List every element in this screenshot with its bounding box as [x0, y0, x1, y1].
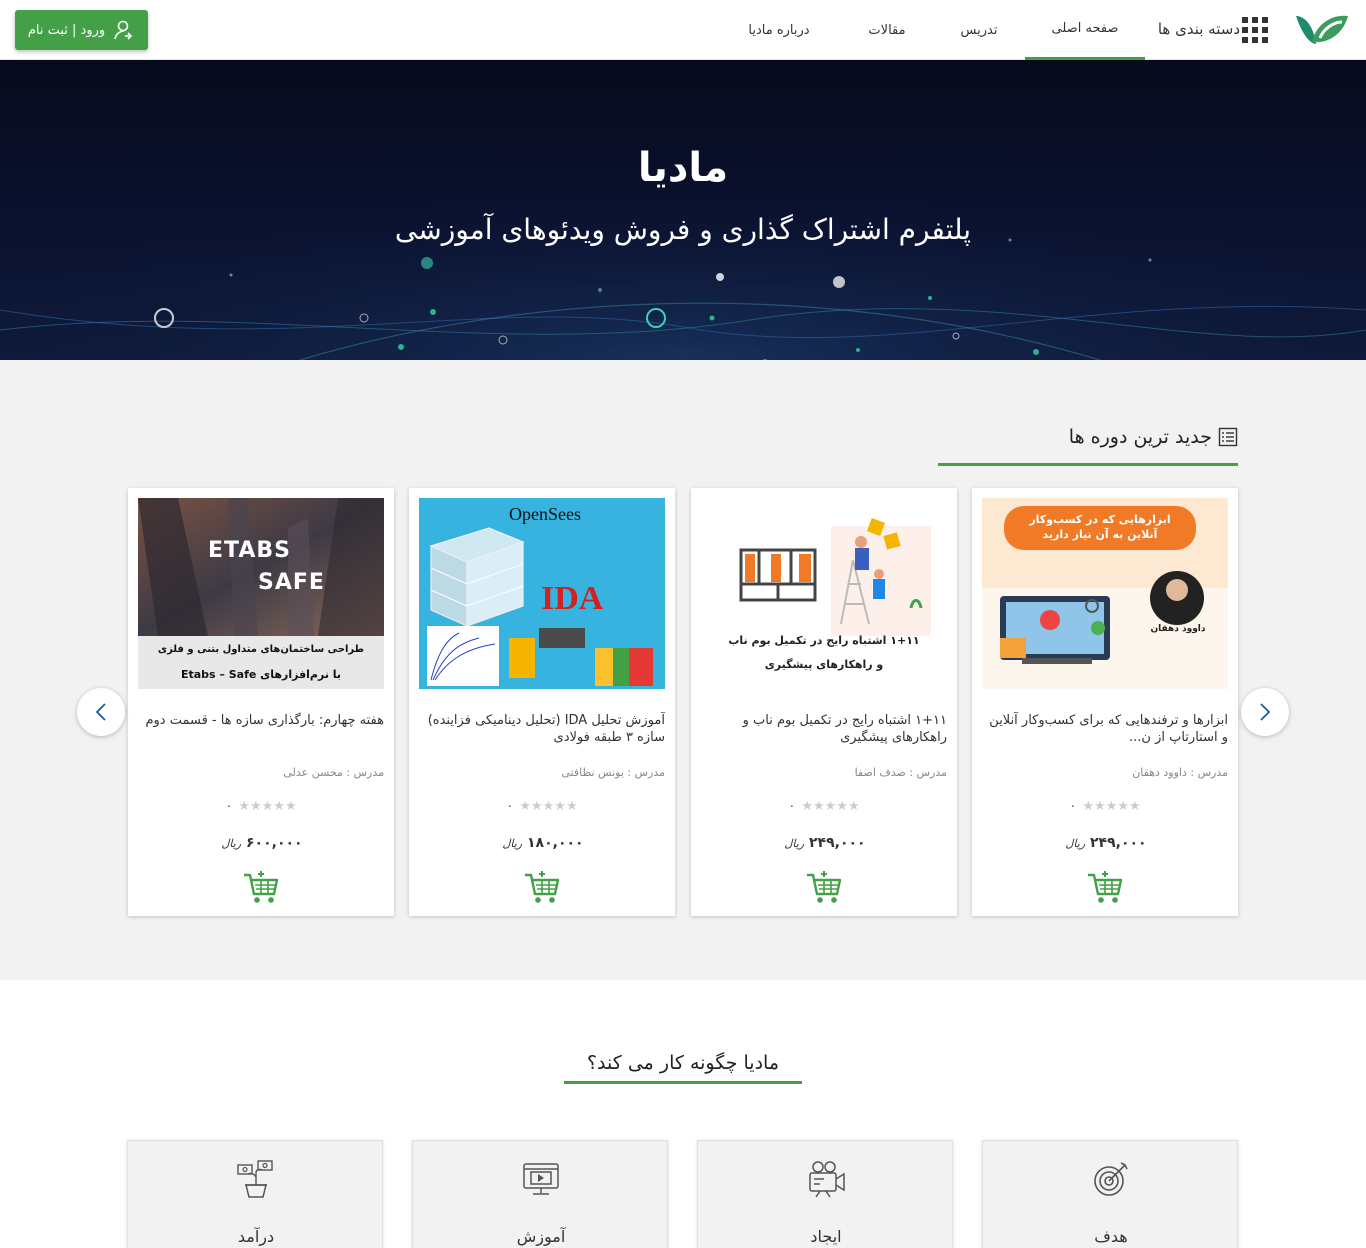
- course-rating: ۰ ★★★★★: [691, 799, 957, 814]
- how-step-goal: هدف: [982, 1140, 1238, 1248]
- price-value: ۶۰۰,۰۰۰: [246, 835, 303, 851]
- hero-background-graphic: [0, 60, 1366, 360]
- hero-title: مادیا: [637, 145, 729, 191]
- how-step-income: درآمد: [127, 1140, 383, 1248]
- rating-stars: ★★★★★: [801, 799, 860, 814]
- price-value: ۱۸۰,۰۰۰: [527, 835, 584, 851]
- latest-courses-heading: جدید ترین دوره ها: [938, 426, 1238, 448]
- course-teacher: مدرس : صدف اصفا: [854, 766, 947, 779]
- chevron-left-icon: [95, 703, 106, 721]
- course-card[interactable]: ETABS SAFE طراحی ساختمان‌های متداول بتنی…: [128, 488, 394, 916]
- course-title[interactable]: هفته چهارم: بارگذاری سازه ها - قسمت دوم: [142, 712, 384, 748]
- add-to-cart-icon[interactable]: [1085, 868, 1125, 908]
- course-thumbnail[interactable]: ETABS SAFE طراحی ساختمان‌های متداول بتنی…: [138, 498, 384, 689]
- course-price: ۶۰۰,۰۰۰ ریال: [128, 835, 394, 851]
- nav-home[interactable]: صفحه اصلی: [1025, 0, 1145, 60]
- how-it-works-title: مادیا چگونه کار می کند؟: [586, 1052, 780, 1074]
- course-card[interactable]: OpenSees IDA آموزش تحلیل IDA (تحلیل دینا…: [409, 488, 675, 916]
- section-underline: [938, 463, 1238, 466]
- how-step-teach: آموزش: [412, 1140, 668, 1248]
- course-title[interactable]: آموزش تحلیل IDA (تحلیل دینامیکی فزاینده)…: [423, 712, 665, 748]
- thumb-caption2: با نرم‌افزارهای Etabs – Safe: [180, 668, 342, 681]
- how-step-label: هدف: [1094, 1227, 1128, 1246]
- thumb-title: ابزارهایی که در کسب‌و‌کار آنلاین به آن ن…: [1029, 513, 1171, 541]
- target-icon: [1094, 1162, 1128, 1196]
- thumb-brand: OpenSees: [509, 504, 581, 524]
- course-thumbnail[interactable]: ۱+۱۱ اشتباه رایج در تکمیل بوم ناب و راهک…: [701, 498, 947, 689]
- thumb-author: داوود دهقان: [1150, 624, 1206, 634]
- course-title[interactable]: ۱+۱۱ اشتباه رایج در تکمیل بوم ناب و راهک…: [705, 712, 947, 748]
- nav-about[interactable]: درباره مادیا: [717, 0, 841, 60]
- rating-value: ۰: [1069, 799, 1077, 814]
- thumb-line1: ۱+۱۱ اشتباه رایج در تکمیل بوم ناب: [728, 634, 920, 647]
- price-value: ۲۴۹,۰۰۰: [1090, 835, 1147, 851]
- monitor-play-icon: [523, 1163, 559, 1195]
- categories-label[interactable]: دسته بندی ها: [1158, 20, 1240, 38]
- price-value: ۲۴۹,۰۰۰: [809, 835, 866, 851]
- thumb-caption1: طراحی ساختمان‌های متداول بتنی و فلزی: [157, 644, 365, 655]
- hero-banner: مادیا پلتفرم اشتراک گذاری و فروش ویدئوها…: [0, 60, 1366, 360]
- thumb-ida: IDA: [541, 580, 604, 617]
- hero-subtitle: پلتفرم اشتراک گذاری و فروش ویدئوهای آموز…: [394, 213, 972, 246]
- price-currency: ریال: [784, 837, 805, 850]
- login-register-label: ورود | ثبت نام: [27, 22, 106, 38]
- price-currency: ریال: [1065, 837, 1086, 850]
- rating-stars: ★★★★★: [238, 799, 297, 814]
- course-rating: ۰ ★★★★★: [972, 799, 1238, 814]
- how-step-label: ایجاد: [810, 1227, 842, 1246]
- madia-logo[interactable]: [1292, 10, 1352, 50]
- course-teacher: مدرس : محسن عدلی: [283, 766, 384, 779]
- add-to-cart-icon[interactable]: [804, 868, 844, 908]
- nav-articles[interactable]: مقالات: [841, 0, 933, 60]
- how-step-create: ایجاد: [697, 1140, 953, 1248]
- nav-teach[interactable]: تدریس: [933, 0, 1025, 60]
- money-plant-icon: [237, 1160, 273, 1198]
- course-thumbnail[interactable]: OpenSees IDA: [419, 498, 665, 689]
- course-thumbnail[interactable]: ابزارهایی که در کسب‌و‌کار آنلاین به آن ن…: [982, 498, 1228, 689]
- thumb-line2: و راهکارهای پیشگیری: [764, 658, 884, 671]
- price-currency: ریال: [502, 837, 523, 850]
- rating-stars: ★★★★★: [519, 799, 578, 814]
- course-card[interactable]: ۱+۱۱ اشتباه رایج در تکمیل بوم ناب و راهک…: [691, 488, 957, 916]
- course-price: ۲۴۹,۰۰۰ ریال: [972, 835, 1238, 851]
- carousel-next-button[interactable]: [1241, 688, 1289, 736]
- user-icon: [114, 20, 133, 40]
- course-teacher: مدرس : داوود دهقان: [1132, 766, 1228, 779]
- carousel-prev-button[interactable]: [77, 688, 125, 736]
- course-price: ۱۸۰,۰۰۰ ریال: [409, 835, 675, 851]
- site-header: دسته بندی ها صفحه اصلی تدریس مقالات دربا…: [0, 0, 1366, 60]
- rating-value: ۰: [225, 799, 233, 814]
- add-to-cart-icon[interactable]: [241, 868, 281, 908]
- how-it-works-underline: [564, 1081, 802, 1084]
- latest-courses-section: جدید ترین دوره ها ابزارهایی که در کسب‌و‌…: [0, 360, 1366, 980]
- chevron-right-icon: [1260, 703, 1271, 721]
- course-price: ۲۴۹,۰۰۰ ریال: [691, 835, 957, 851]
- rating-value: ۰: [788, 799, 796, 814]
- rating-stars: ★★★★★: [1082, 799, 1141, 814]
- login-register-button[interactable]: ورود | ثبت نام: [15, 10, 148, 50]
- list-icon: [1218, 427, 1238, 447]
- course-title[interactable]: ابزارها و ترفندهایی که برای کسب‌وکار آنل…: [986, 712, 1228, 748]
- latest-courses-title: جدید ترین دوره ها: [1068, 426, 1212, 448]
- course-card[interactable]: ابزارهایی که در کسب‌و‌کار آنلاین به آن ن…: [972, 488, 1238, 916]
- how-step-label: آموزش: [516, 1227, 566, 1246]
- thumb-line2: SAFE: [258, 570, 325, 595]
- price-currency: ریال: [221, 837, 242, 850]
- rating-value: ۰: [506, 799, 514, 814]
- how-step-label: درآمد: [237, 1227, 275, 1246]
- course-teacher: مدرس : یونس نظافتی: [561, 766, 665, 779]
- video-camera-icon: [809, 1161, 845, 1198]
- course-rating: ۰ ★★★★★: [409, 799, 675, 814]
- add-to-cart-icon[interactable]: [522, 868, 562, 908]
- thumb-line1: ETABS: [208, 538, 291, 563]
- course-rating: ۰ ★★★★★: [128, 799, 394, 814]
- categories-grid-icon[interactable]: [1242, 17, 1268, 43]
